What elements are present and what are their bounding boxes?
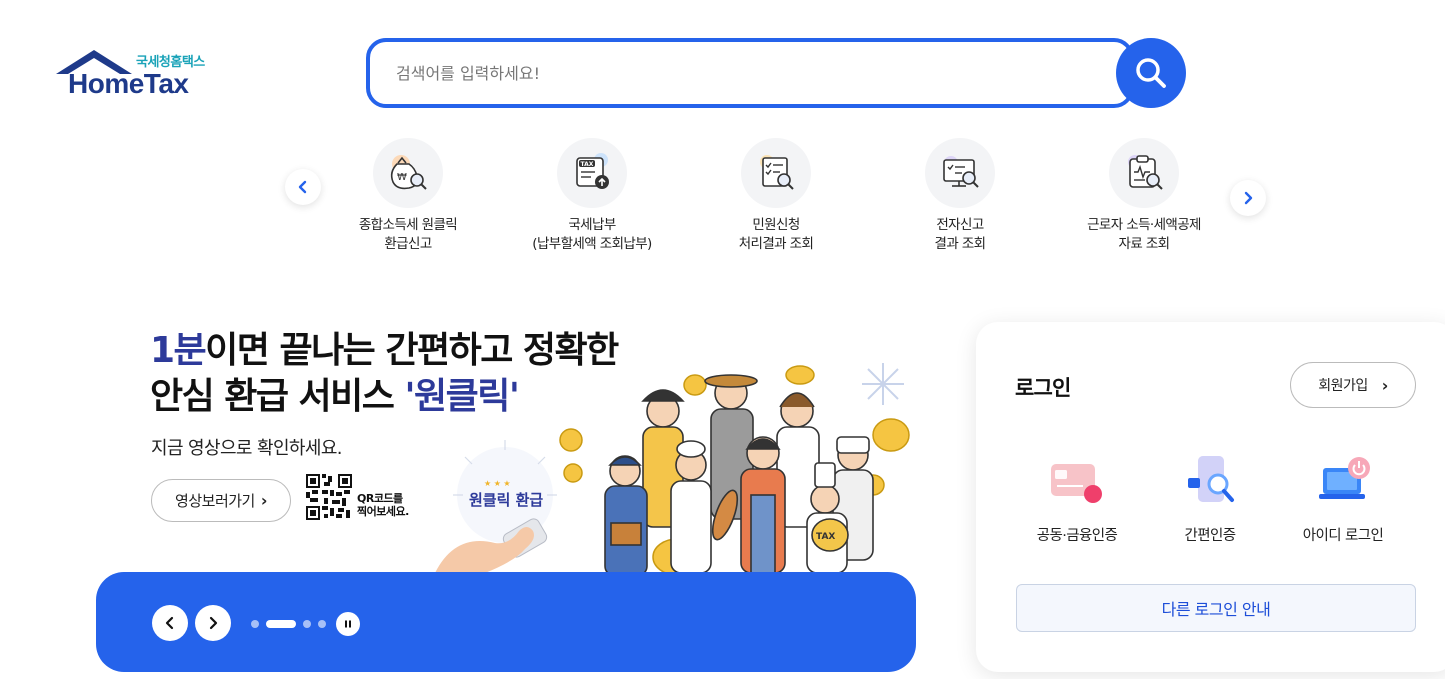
- qr-code-image: [306, 474, 352, 520]
- search-box: [366, 38, 1134, 108]
- hometax-main-page: 국세청홈택스 HomeTax ₩ 종합소득세 원클릭 환급신고: [0, 0, 1445, 679]
- login-option-label: 간편인증: [1184, 528, 1237, 544]
- banner-next-button[interactable]: [195, 605, 231, 641]
- chevron-right-icon: ›: [1381, 375, 1389, 395]
- monitor-search-icon: [925, 138, 995, 208]
- banner-pagination-dot-active[interactable]: [266, 620, 296, 628]
- banner-title-line2: 안심 환급 서비스: [150, 376, 405, 417]
- refund-people-illustration: ★ ★ ★ 원클릭 환급 TAX: [435, 363, 910, 573]
- login-option-certificate[interactable]: 공동·금융인증: [1012, 450, 1142, 545]
- search-button[interactable]: [1116, 38, 1186, 108]
- quick-menu-label: 근로자 소득·세액공제 자료 조회: [1087, 217, 1201, 252]
- tax-upload-icon: TAX: [557, 138, 627, 208]
- chevron-right-icon: ›: [260, 491, 268, 510]
- sign-up-label: 회원가입: [1318, 378, 1368, 394]
- document-search-icon: [741, 138, 811, 208]
- login-option-simple-auth[interactable]: 간편인증: [1145, 450, 1275, 545]
- quick-menu-item-civil-petition[interactable]: 민원신청 처리결과 조회: [686, 138, 866, 254]
- login-option-id-login[interactable]: 아이디 로그인: [1278, 450, 1408, 545]
- logo-english-text: HomeTax: [68, 68, 189, 99]
- quick-menu-item-income-tax-refund[interactable]: ₩ 종합소득세 원클릭 환급신고: [318, 138, 498, 254]
- svg-text:TAX: TAX: [581, 161, 594, 168]
- quick-menu-item-tax-payment[interactable]: TAX 국세납부 (납부할세액 조회납부): [502, 138, 682, 254]
- chevron-left-icon: [298, 180, 307, 194]
- login-option-label: 아이디 로그인: [1302, 528, 1384, 544]
- chevron-left-icon: [165, 616, 174, 630]
- watch-video-label: 영상보러가기: [175, 492, 255, 510]
- banner-prev-button[interactable]: [152, 605, 188, 641]
- chevron-right-icon: [1244, 191, 1253, 205]
- banner-pagination-dot[interactable]: [318, 620, 326, 628]
- search-icon: [1136, 58, 1166, 88]
- svg-text:TAX: TAX: [816, 532, 835, 542]
- hometax-logo[interactable]: 국세청홈택스 HomeTax: [56, 48, 216, 100]
- laptop-power-icon: [1308, 450, 1378, 514]
- one-click-badge-text: 원클릭 환급: [469, 491, 543, 509]
- banner-pagination-dot[interactable]: [303, 620, 311, 628]
- certificate-card-icon: [1042, 450, 1112, 514]
- banner-pause-button[interactable]: [336, 612, 360, 636]
- sign-up-button[interactable]: 회원가입 ›: [1290, 362, 1416, 408]
- badge-stars: ★ ★ ★: [484, 479, 511, 488]
- svg-text:₩: ₩: [397, 172, 407, 183]
- banner-subtitle: 지금 영상으로 확인하세요.: [151, 438, 343, 459]
- banner-title-number: 1분: [150, 330, 207, 371]
- search-input[interactable]: [370, 42, 1070, 104]
- qr-code-caption: QR코드를 찍어보세요.: [357, 492, 409, 518]
- money-bag-search-icon: ₩: [373, 138, 443, 208]
- quick-menu-label: 전자신고 결과 조회: [934, 217, 987, 252]
- quick-menu-item-e-filing-result[interactable]: 전자신고 결과 조회: [870, 138, 1050, 254]
- quick-menu-label: 국세납부 (납부할세액 조회납부): [532, 217, 652, 252]
- login-title: 로그인: [1015, 376, 1071, 400]
- quick-menu-label: 민원신청 처리결과 조회: [738, 217, 814, 252]
- pause-icon: [345, 620, 351, 628]
- other-login-guide-button[interactable]: 다른 로그인 안내: [1016, 584, 1416, 632]
- watch-video-button[interactable]: 영상보러가기 ›: [151, 479, 291, 522]
- phone-search-icon: [1175, 450, 1245, 514]
- login-option-label: 공동·금융인증: [1036, 528, 1118, 544]
- quick-menu-next-button[interactable]: [1230, 180, 1266, 216]
- quick-menu-item-worker-deduction[interactable]: 근로자 소득·세액공제 자료 조회: [1054, 138, 1234, 254]
- clipboard-search-icon: [1109, 138, 1179, 208]
- chevron-right-icon: [209, 616, 218, 630]
- banner-pagination-dot[interactable]: [251, 620, 259, 628]
- quick-menu-prev-button[interactable]: [285, 169, 321, 205]
- quick-menu-label: 종합소득세 원클릭 환급신고: [358, 217, 458, 252]
